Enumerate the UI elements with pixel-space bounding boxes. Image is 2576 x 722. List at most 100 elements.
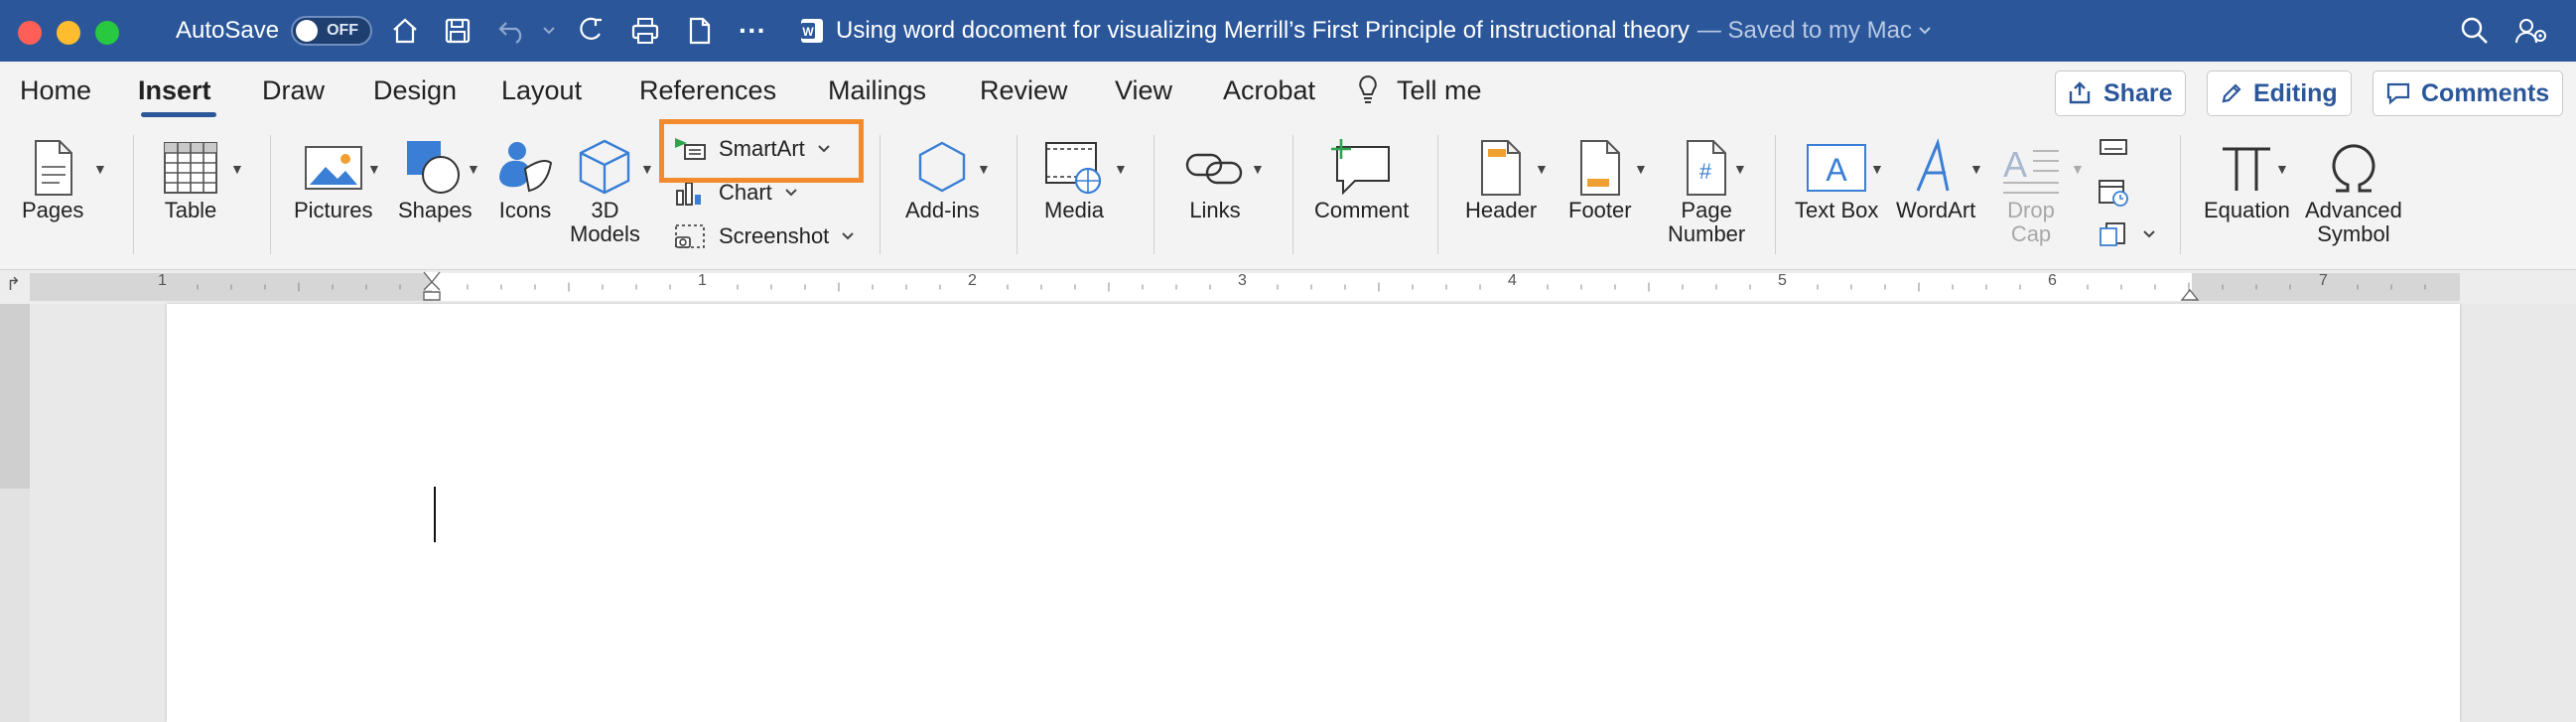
undo-dropdown-icon[interactable]: [542, 0, 556, 62]
equation-button[interactable]: Equation: [2204, 137, 2290, 222]
chart-chevron-down-icon: [785, 189, 797, 197]
drop-cap-chevron-down-icon: ▼: [2071, 161, 2085, 177]
icons-label: Icons: [498, 198, 552, 222]
links-button[interactable]: Links: [1183, 137, 1247, 222]
header-label: Header: [1465, 198, 1538, 222]
calendar-clock-icon: [2099, 180, 2128, 207]
table-chevron-down-icon[interactable]: ▼: [230, 161, 244, 177]
shapes-chevron-down-icon[interactable]: ▼: [467, 161, 480, 177]
search-icon[interactable]: [2460, 0, 2490, 62]
tab-design[interactable]: Design: [373, 75, 457, 106]
header-button[interactable]: Header: [1465, 137, 1537, 222]
zoom-window-button[interactable]: [95, 21, 119, 45]
add-ins-button[interactable]: Add-ins: [905, 137, 980, 222]
comments-button[interactable]: Comments: [2373, 71, 2563, 116]
title-bar: AutoSave OFF ··· W Using word docoment f…: [0, 0, 2576, 62]
drop-cap-button[interactable]: A Drop Cap: [1999, 137, 2063, 246]
add-ins-chevron-down-icon[interactable]: ▼: [977, 161, 991, 177]
pictures-icon: [304, 146, 362, 190]
title-chevron-down-icon: [1919, 27, 1931, 35]
right-indent-marker-icon[interactable]: [2178, 284, 2202, 304]
tab-draw[interactable]: Draw: [262, 75, 325, 106]
footer-button[interactable]: Footer: [1568, 137, 1632, 222]
pencil-icon: [2222, 83, 2241, 103]
editing-mode-button[interactable]: Editing: [2207, 71, 2352, 116]
pictures-chevron-down-icon[interactable]: ▼: [367, 161, 381, 177]
page-number-icon: #: [1687, 140, 1727, 196]
shapes-button[interactable]: Shapes: [398, 137, 473, 222]
document-title[interactable]: Using word docoment for visualizing Merr…: [836, 0, 1932, 62]
minimize-window-button[interactable]: [57, 21, 80, 45]
document-page[interactable]: [167, 304, 2460, 722]
media-chevron-down-icon[interactable]: ▼: [1114, 161, 1128, 177]
print-icon[interactable]: [629, 0, 661, 62]
vertical-ruler: [0, 304, 30, 722]
share-button[interactable]: Share: [2055, 71, 2186, 116]
wordart-label: WordArt: [1896, 198, 1976, 222]
equation-chevron-down-icon[interactable]: ▼: [2275, 161, 2289, 177]
pi-icon: [2223, 147, 2271, 191]
ribbon-separator: [880, 135, 881, 254]
chart-button[interactable]: Chart: [673, 179, 798, 207]
close-window-button[interactable]: [18, 21, 42, 45]
tell-me-search[interactable]: Tell me: [1397, 75, 1482, 106]
text-box-button[interactable]: A Text Box: [1795, 137, 1878, 222]
tab-home[interactable]: Home: [20, 75, 91, 106]
ribbon-separator: [1437, 135, 1438, 254]
signature-line-button[interactable]: [2097, 133, 2130, 161]
signature-line-icon: [2100, 139, 2127, 155]
add-ins-icon: [919, 141, 966, 193]
text-box-chevron-down-icon[interactable]: ▼: [1870, 161, 1884, 177]
3d-models-chevron-down-icon[interactable]: ▼: [640, 161, 654, 177]
share-label: Share: [2103, 78, 2173, 107]
icons-button[interactable]: Icons: [495, 137, 555, 222]
autosave-toggle[interactable]: OFF: [291, 16, 373, 46]
footer-chevron-down-icon[interactable]: ▼: [1634, 161, 1648, 177]
pictures-button[interactable]: Pictures: [294, 137, 372, 222]
doc-title-text: Using word docoment for visualizing Merr…: [836, 17, 1690, 44]
account-settings-icon[interactable]: [2514, 0, 2548, 62]
redo-icon[interactable]: [576, 0, 606, 62]
more-commands-icon[interactable]: ···: [739, 0, 766, 62]
horizontal-ruler[interactable]: ↱ 1 1 2 3 4 5 6 7: [0, 270, 2576, 304]
text-box-icon: A: [1807, 144, 1867, 192]
tab-view[interactable]: View: [1115, 75, 1172, 106]
smartart-highlight-box: [659, 119, 864, 183]
toggle-knob: [296, 20, 319, 42]
header-chevron-down-icon[interactable]: ▼: [1535, 161, 1549, 177]
page-number-button[interactable]: # Page Number: [1668, 137, 1745, 246]
ruler-number: 6: [2048, 272, 2057, 289]
table-button[interactable]: Table: [161, 137, 220, 222]
pages-chevron-down-icon[interactable]: ▼: [93, 161, 107, 177]
text-cursor: [434, 487, 436, 542]
date-time-button[interactable]: [2097, 177, 2130, 207]
tab-acrobat[interactable]: Acrobat: [1223, 75, 1315, 106]
autosave-control[interactable]: AutoSave OFF: [176, 0, 373, 62]
indent-marker-icon[interactable]: [420, 270, 444, 304]
ruler-number: 4: [1508, 272, 1517, 289]
wordart-chevron-down-icon[interactable]: ▼: [1969, 161, 1983, 177]
object-button[interactable]: [2097, 220, 2156, 248]
advanced-symbol-button[interactable]: Advanced Symbol: [2305, 137, 2402, 246]
save-icon[interactable]: [444, 0, 472, 62]
page-number-chevron-down-icon[interactable]: ▼: [1733, 161, 1747, 177]
wordart-button[interactable]: WordArt: [1896, 137, 1975, 222]
3d-models-button[interactable]: 3D Models: [570, 137, 640, 246]
comment-button[interactable]: Comment: [1314, 137, 1409, 222]
tab-review[interactable]: Review: [980, 75, 1068, 106]
screenshot-chevron-down-icon: [842, 232, 855, 240]
screenshot-button[interactable]: Screenshot: [673, 222, 855, 250]
pictures-label: Pictures: [294, 198, 373, 222]
tab-mailings[interactable]: Mailings: [828, 75, 926, 106]
tab-references[interactable]: References: [639, 75, 776, 106]
tab-layout[interactable]: Layout: [501, 75, 582, 106]
tab-insert[interactable]: Insert: [138, 75, 211, 106]
undo-icon[interactable]: [496, 0, 528, 62]
comment-bubble-icon: [2386, 82, 2410, 105]
links-chevron-down-icon[interactable]: ▼: [1251, 161, 1265, 177]
pages-button[interactable]: Pages: [22, 137, 83, 222]
3d-models-label: 3D Models: [570, 198, 640, 246]
home-icon[interactable]: [390, 0, 420, 62]
media-button[interactable]: Media: [1042, 137, 1106, 222]
new-document-icon[interactable]: [687, 0, 713, 62]
